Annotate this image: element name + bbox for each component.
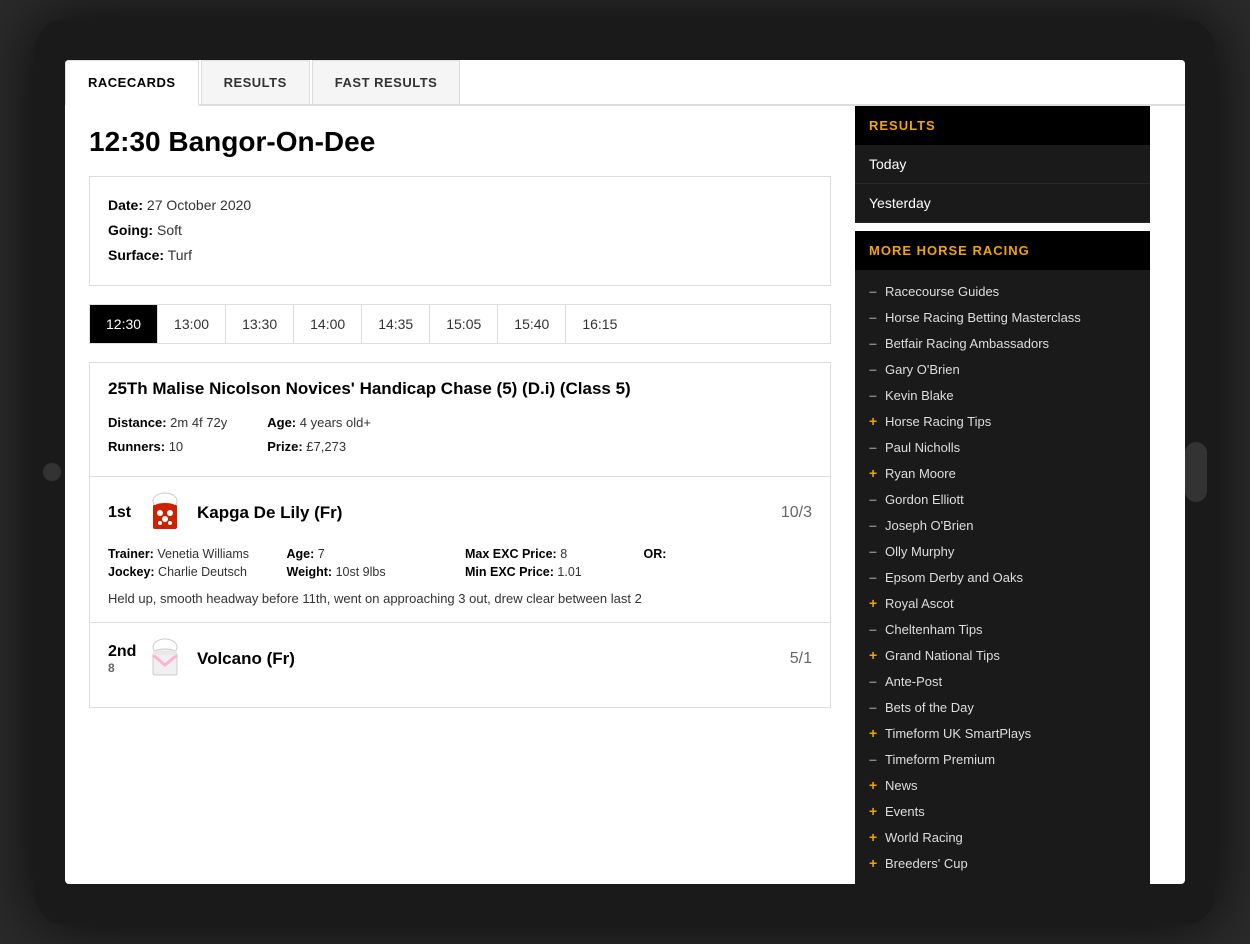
time-tab-1505[interactable]: 15:05 <box>430 305 498 343</box>
top-navigation: RACECARDS RESULTS FAST RESULTS <box>65 60 1185 106</box>
trainer-field: Trainer: Venetia Williams <box>108 547 277 561</box>
horse-entry-1st: 1st <box>89 477 831 624</box>
race-info-box: Date: 27 October 2020 Going: Soft Surfac… <box>89 176 831 286</box>
horse-details-1st: Trainer: Venetia Williams Age: 7 Max EXC… <box>108 547 812 579</box>
time-tab-1435[interactable]: 14:35 <box>362 305 430 343</box>
horse-header-2nd: 2nd 8 Volcano (Fr) <box>108 637 812 681</box>
sidebar-link-item[interactable]: –Cheltenham Tips <box>855 616 1150 642</box>
sidebar-link-item[interactable]: +Grand National Tips <box>855 642 1150 668</box>
sidebar: RESULTS Today Yesterday MORE HORSE RACIN… <box>855 106 1150 884</box>
race-title-box: 25Th Malise Nicolson Novices' Handicap C… <box>89 362 831 477</box>
sidebar-link-item[interactable]: +News <box>855 772 1150 798</box>
horse-header-1st: 1st <box>108 491 812 535</box>
sidebar-link-item[interactable]: +World Racing <box>855 824 1150 850</box>
horse-odds-2nd: 5/1 <box>790 650 812 668</box>
sidebar-more-header: MORE HORSE RACING <box>855 231 1150 270</box>
tab-racecards[interactable]: RACECARDS <box>65 60 199 106</box>
race-surface: Surface: Turf <box>108 243 812 268</box>
horse-name-2nd: Volcano (Fr) <box>197 649 790 669</box>
sidebar-link-item[interactable]: –Paul Nicholls <box>855 434 1150 460</box>
sidebar-link-item[interactable]: –Timeform Premium <box>855 746 1150 772</box>
max-exc-field: Max EXC Price: 8 <box>465 547 634 561</box>
tablet-screen: RACECARDS RESULTS FAST RESULTS 12:30 Ban… <box>65 60 1185 884</box>
sidebar-link-item[interactable]: –Racecourse Guides <box>855 278 1150 304</box>
race-title: 25Th Malise Nicolson Novices' Handicap C… <box>108 379 812 399</box>
sidebar-link-item[interactable]: –Gordon Elliott <box>855 486 1150 512</box>
race-detail-col-left: Distance: 2m 4f 72y Runners: 10 <box>108 411 227 460</box>
silks-1st <box>143 491 187 535</box>
sidebar-link-item[interactable]: +Events <box>855 798 1150 824</box>
time-tab-1300[interactable]: 13:00 <box>158 305 226 343</box>
sidebar-link-item[interactable]: –Bets of the Day <box>855 694 1150 720</box>
tablet-right-button <box>1185 442 1207 502</box>
horse-odds-1st: 10/3 <box>781 504 812 522</box>
time-tab-1400[interactable]: 14:00 <box>294 305 362 343</box>
horse-name-1st: Kapga De Lily (Fr) <box>197 503 781 523</box>
tab-results[interactable]: RESULTS <box>201 60 310 104</box>
sidebar-link-item[interactable]: –Horse Racing Betting Masterclass <box>855 304 1150 330</box>
position-2nd: 2nd 8 <box>108 643 143 675</box>
jockey-field: Jockey: Charlie Deutsch <box>108 565 277 579</box>
race-detail-col-right: Age: 4 years old+ Prize: £7,273 <box>267 411 371 460</box>
sidebar-link-item[interactable]: +Horse Racing Tips <box>855 408 1150 434</box>
sidebar-link-item[interactable]: –Gary O'Brien <box>855 356 1150 382</box>
time-tab-1540[interactable]: 15:40 <box>498 305 566 343</box>
time-tab-1330[interactable]: 13:30 <box>226 305 294 343</box>
race-going: Going: Soft <box>108 218 812 243</box>
sidebar-link-item[interactable]: –Joseph O'Brien <box>855 512 1150 538</box>
sidebar-link-item[interactable]: –Epsom Derby and Oaks <box>855 564 1150 590</box>
min-exc-field: Min EXC Price: 1.01 <box>465 565 634 579</box>
page-title: 12:30 Bangor-On-Dee <box>89 126 831 158</box>
content-area: 12:30 Bangor-On-Dee Date: 27 October 202… <box>65 106 1185 884</box>
time-tabs: 12:30 13:00 13:30 14:00 14:35 15:05 15:4… <box>89 304 831 344</box>
race-date: Date: 27 October 2020 <box>108 193 812 218</box>
tablet-frame: RACECARDS RESULTS FAST RESULTS 12:30 Ban… <box>35 20 1215 924</box>
main-content: 12:30 Bangor-On-Dee Date: 27 October 202… <box>65 106 855 884</box>
age-field: Age: 7 <box>287 547 456 561</box>
silks-2nd <box>143 637 187 681</box>
sidebar-link-item[interactable]: –Kevin Blake <box>855 382 1150 408</box>
horse-entry-2nd: 2nd 8 Volcano (Fr) <box>89 623 831 708</box>
sidebar-link-item[interactable]: +Timeform UK SmartPlays <box>855 720 1150 746</box>
sidebar-today[interactable]: Today <box>855 145 1150 184</box>
sidebar-link-item[interactable]: +Ryan Moore <box>855 460 1150 486</box>
sidebar-link-item[interactable]: –Betfair Racing Ambassadors <box>855 330 1150 356</box>
sidebar-link-item[interactable]: +Breeders' Cup <box>855 850 1150 876</box>
tablet-left-button <box>43 463 61 481</box>
weight-field: Weight: 10st 9lbs <box>287 565 456 579</box>
sidebar-link-item[interactable]: –Ante-Post <box>855 668 1150 694</box>
time-tab-1230[interactable]: 12:30 <box>90 305 158 343</box>
horse-comment-1st: Held up, smooth headway before 11th, wen… <box>108 589 812 609</box>
sidebar-results-header: RESULTS <box>855 106 1150 145</box>
position-1st: 1st <box>108 504 143 522</box>
sidebar-yesterday[interactable]: Yesterday <box>855 184 1150 223</box>
sidebar-link-item[interactable]: +Royal Ascot <box>855 590 1150 616</box>
tab-fast-results[interactable]: FAST RESULTS <box>312 60 461 104</box>
sidebar-links: –Racecourse Guides–Horse Racing Betting … <box>855 270 1150 884</box>
sidebar-link-item[interactable]: –Olly Murphy <box>855 538 1150 564</box>
time-tab-1615[interactable]: 16:15 <box>566 305 633 343</box>
or-field: OR: <box>644 547 813 561</box>
race-details: Distance: 2m 4f 72y Runners: 10 Age: 4 y… <box>108 411 812 460</box>
